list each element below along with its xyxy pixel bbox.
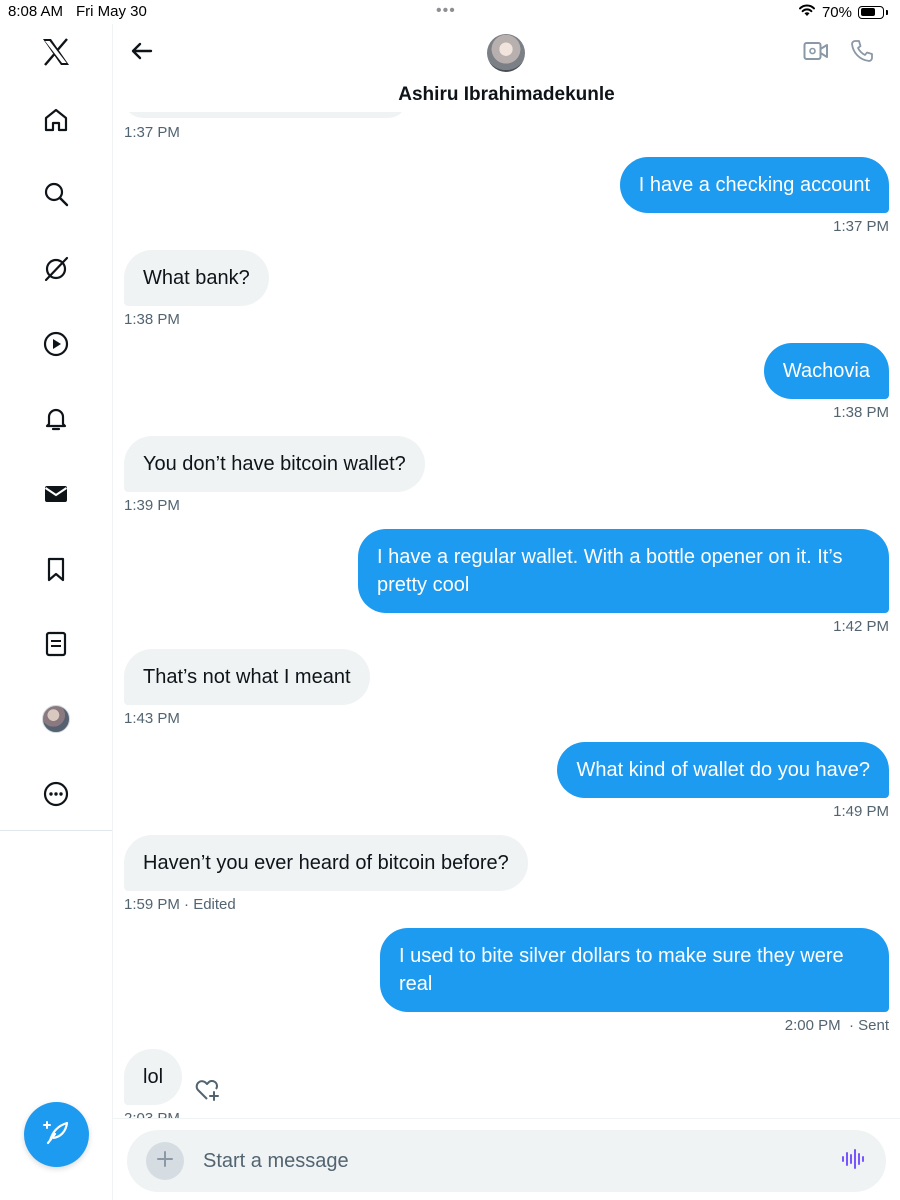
battery-fill xyxy=(860,8,875,16)
compose-button[interactable] xyxy=(24,1102,89,1167)
message-thread: 1:37 PM I have a checking account 1:37 P… xyxy=(113,112,900,1118)
message-bubble-outgoing[interactable]: What kind of wallet do you have? xyxy=(557,742,889,798)
voice-message-button[interactable] xyxy=(838,1148,866,1174)
mail-icon[interactable] xyxy=(38,476,74,512)
composer-bar xyxy=(113,1118,900,1200)
message-bubble-incoming[interactable]: Haven’t you ever heard of bitcoin before… xyxy=(124,835,528,891)
plus-icon xyxy=(155,1149,175,1174)
message-bubble-incoming[interactable]: lol xyxy=(124,1049,183,1105)
video-call-button[interactable] xyxy=(803,40,829,66)
bell-icon[interactable] xyxy=(38,401,74,437)
message-bubble-incoming[interactable]: You don’t have bitcoin wallet? xyxy=(124,436,425,492)
back-arrow-icon xyxy=(130,39,154,68)
add-reaction-button[interactable] xyxy=(194,1079,222,1105)
grok-icon[interactable] xyxy=(38,251,74,287)
message-bubble-outgoing[interactable]: I have a checking account xyxy=(619,157,889,213)
message-timestamp: 1:38 PM xyxy=(124,311,180,328)
list-icon[interactable] xyxy=(38,626,74,662)
battery-percent: 70% xyxy=(821,3,852,21)
status-right: 70% xyxy=(798,3,888,21)
message-timestamp: 2:03 PM xyxy=(124,1110,180,1118)
avatar xyxy=(42,705,70,733)
message-timestamp: 1:43 PM xyxy=(124,710,180,727)
add-media-button[interactable] xyxy=(146,1142,184,1180)
message-composer xyxy=(127,1130,886,1192)
home-icon[interactable] xyxy=(38,102,74,138)
status-bar: 8:08 AM Fri May 30 ••• 70% xyxy=(0,0,900,24)
voice-wave-icon xyxy=(840,1147,864,1176)
status-time: 8:08 AM xyxy=(8,3,64,20)
play-icon[interactable] xyxy=(38,326,74,362)
compose-feather-icon xyxy=(42,1117,72,1152)
profile-avatar[interactable] xyxy=(38,701,74,737)
bookmark-icon[interactable] xyxy=(38,551,74,587)
message-bubble-outgoing[interactable]: Wachovia xyxy=(763,343,889,399)
x-logo-icon[interactable] xyxy=(38,34,74,70)
message-bubble-outgoing[interactable]: I have a regular wallet. With a bottle o… xyxy=(358,529,889,613)
wifi-icon xyxy=(798,3,816,21)
search-icon[interactable] xyxy=(38,176,74,212)
sidebar-divider xyxy=(0,830,112,831)
back-button[interactable] xyxy=(127,38,157,68)
phone-call-icon xyxy=(850,39,874,68)
message-bubble-incoming[interactable] xyxy=(123,112,408,118)
more-icon[interactable] xyxy=(38,776,74,812)
message-timestamp: 1:37 PM xyxy=(124,124,180,141)
phone-call-button[interactable] xyxy=(849,39,875,68)
message-timestamp: 1:38 PM xyxy=(833,404,889,421)
battery-cap xyxy=(886,9,888,15)
sidebar-nav xyxy=(0,24,113,1200)
message-timestamp: 1:42 PM xyxy=(833,618,889,635)
message-timestamp: 2:00 PM · Sent xyxy=(784,1017,889,1034)
message-timestamp: 1:37 PM xyxy=(833,218,889,235)
heart-plus-icon xyxy=(194,1077,222,1108)
message-input[interactable] xyxy=(203,1140,823,1182)
message-timestamp: 1:39 PM xyxy=(124,497,180,514)
video-call-icon xyxy=(803,40,829,67)
message-bubble-outgoing[interactable]: I used to bite silver dollars to make su… xyxy=(380,928,889,1012)
message-bubble-incoming[interactable]: That’s not what I meant xyxy=(124,649,370,705)
battery-icon xyxy=(858,5,884,19)
contact-avatar[interactable] xyxy=(487,34,525,72)
contact-name[interactable]: Ashiru Ibrahimadekunle xyxy=(113,84,900,106)
message-timestamp: 1:59 PM · Edited xyxy=(124,896,236,913)
message-timestamp: 1:49 PM xyxy=(833,803,889,820)
message-bubble-incoming[interactable]: What bank? xyxy=(124,250,269,306)
status-date: Fri May 30 xyxy=(76,3,147,20)
multitask-dots-icon[interactable]: ••• xyxy=(436,2,456,20)
chat-header: Ashiru Ibrahimadekunle xyxy=(113,24,900,112)
